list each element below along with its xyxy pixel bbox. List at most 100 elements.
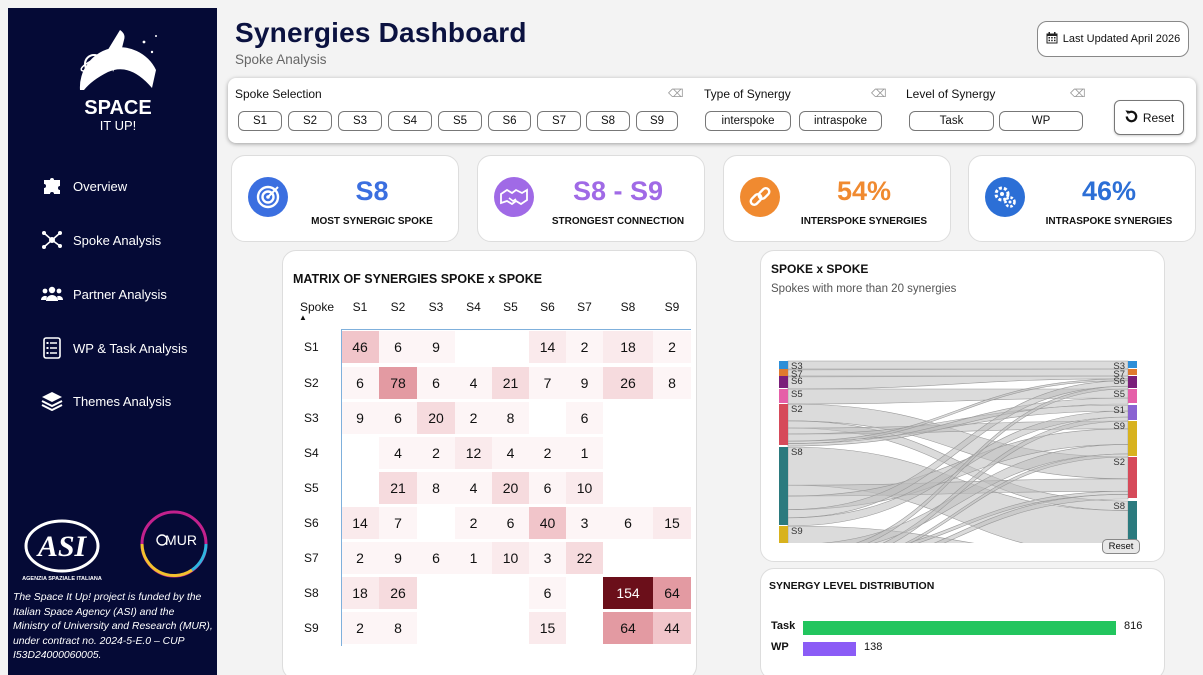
matrix-cell[interactable]: 2 bbox=[455, 402, 492, 434]
matrix-cell[interactable]: 46 bbox=[341, 331, 379, 363]
spoke-button-s5[interactable]: S5 bbox=[438, 111, 482, 131]
matrix-cell[interactable]: 12 bbox=[455, 437, 492, 469]
matrix-cell[interactable]: 2 bbox=[341, 542, 379, 574]
matrix-cell[interactable]: 44 bbox=[653, 612, 691, 644]
matrix-cell[interactable]: 2 bbox=[417, 437, 455, 469]
matrix-cell[interactable]: 20 bbox=[492, 472, 529, 504]
matrix-cell[interactable]: 18 bbox=[341, 577, 379, 609]
matrix-cell[interactable]: 2 bbox=[341, 612, 379, 644]
matrix-cell[interactable]: 6 bbox=[529, 472, 566, 504]
matrix-cell[interactable]: 14 bbox=[529, 331, 566, 363]
sidebar-item-themes-analysis[interactable]: Themes Analysis bbox=[41, 390, 171, 412]
eraser-icon[interactable]: ⌫ bbox=[871, 87, 887, 100]
matrix-cell[interactable]: 20 bbox=[417, 402, 455, 434]
matrix-row-header: S2 bbox=[304, 376, 319, 390]
matrix-cell[interactable]: 64 bbox=[653, 577, 691, 609]
matrix-cell[interactable]: 6 bbox=[492, 507, 529, 539]
matrix-cell[interactable]: 154 bbox=[603, 577, 653, 609]
matrix-cell[interactable]: 9 bbox=[417, 331, 455, 363]
matrix-cell[interactable]: 40 bbox=[529, 507, 566, 539]
matrix-cell[interactable]: 9 bbox=[341, 402, 379, 434]
matrix-cell[interactable]: 7 bbox=[379, 507, 417, 539]
sidebar-item-spoke-analysis[interactable]: Spoke Analysis bbox=[41, 229, 161, 251]
matrix-cell[interactable]: 4 bbox=[492, 437, 529, 469]
type-of-synergy-label: Type of Synergy bbox=[704, 87, 791, 101]
eraser-icon[interactable]: ⌫ bbox=[668, 87, 684, 100]
spoke-button-s4[interactable]: S4 bbox=[388, 111, 432, 131]
matrix-cell[interactable]: 8 bbox=[417, 472, 455, 504]
intraspoke-button[interactable]: intraspoke bbox=[799, 111, 882, 131]
task-button[interactable]: Task bbox=[909, 111, 994, 131]
spoke-button-s6[interactable]: S6 bbox=[488, 111, 531, 131]
sort-ascending-icon: ▲ bbox=[299, 313, 307, 322]
distribution-bar-label: WP bbox=[771, 641, 789, 653]
sankey-diagram[interactable]: S3S7S6S5S2S8S9S1S3S7S6S5S1S9S2S8 bbox=[761, 303, 1166, 543]
eraser-icon[interactable]: ⌫ bbox=[1070, 87, 1086, 100]
sankey-node-label: S6 bbox=[1113, 376, 1125, 387]
sidebar-item-wp-task-analysis[interactable]: WP & Task Analysis bbox=[41, 337, 187, 359]
matrix-cell[interactable]: 26 bbox=[603, 367, 653, 399]
reset-button[interactable]: Reset bbox=[1114, 100, 1184, 135]
matrix-cell[interactable]: 4 bbox=[379, 437, 417, 469]
matrix-cell[interactable]: 21 bbox=[379, 472, 417, 504]
matrix-cell[interactable]: 10 bbox=[492, 542, 529, 574]
matrix-cell[interactable]: 6 bbox=[341, 367, 379, 399]
matrix-cell[interactable]: 4 bbox=[455, 367, 492, 399]
kpi-label: MOST SYNERGIC SPOKE bbox=[311, 216, 433, 227]
matrix-cell[interactable]: 2 bbox=[529, 437, 566, 469]
distribution-bar[interactable] bbox=[803, 642, 856, 656]
matrix-column-header: S1 bbox=[352, 300, 368, 314]
matrix-cell[interactable]: 2 bbox=[653, 331, 691, 363]
distribution-bar-value: 816 bbox=[1124, 620, 1143, 632]
last-updated-button[interactable]: Last Updated April 2026 bbox=[1037, 21, 1189, 57]
interspoke-button[interactable]: interspoke bbox=[705, 111, 791, 131]
matrix-cell[interactable]: 4 bbox=[455, 472, 492, 504]
sankey-reset-button[interactable]: Reset bbox=[1102, 539, 1140, 554]
matrix-cell[interactable]: 6 bbox=[603, 507, 653, 539]
wp-button[interactable]: WP bbox=[999, 111, 1083, 131]
sidebar-item-label: WP & Task Analysis bbox=[73, 340, 188, 356]
matrix-cell[interactable]: 10 bbox=[566, 472, 603, 504]
svg-text:MUR: MUR bbox=[165, 532, 197, 548]
matrix-column-header: S5 bbox=[503, 300, 518, 314]
matrix-cell[interactable]: 6 bbox=[417, 542, 455, 574]
matrix-corner-label[interactable]: Spoke ▲ bbox=[297, 300, 337, 322]
spoke-button-s2[interactable]: S2 bbox=[288, 111, 332, 131]
matrix-cell[interactable]: 2 bbox=[455, 507, 492, 539]
svg-text:SPACE: SPACE bbox=[84, 97, 151, 119]
matrix-cell[interactable]: 8 bbox=[653, 367, 691, 399]
spoke-button-s8[interactable]: S8 bbox=[586, 111, 630, 131]
matrix-cell[interactable]: 1 bbox=[566, 437, 603, 469]
matrix-cell[interactable]: 64 bbox=[603, 612, 653, 644]
matrix-cell[interactable]: 9 bbox=[566, 367, 603, 399]
matrix-cell[interactable]: 22 bbox=[566, 542, 603, 574]
spoke-button-s9[interactable]: S9 bbox=[636, 111, 678, 131]
matrix-cell[interactable]: 1 bbox=[455, 542, 492, 574]
matrix-cell[interactable]: 26 bbox=[379, 577, 417, 609]
matrix-cell[interactable]: 3 bbox=[566, 507, 603, 539]
matrix-cell[interactable]: 6 bbox=[417, 367, 455, 399]
matrix-cell[interactable]: 6 bbox=[379, 402, 417, 434]
matrix-cell[interactable]: 6 bbox=[566, 402, 603, 434]
matrix-cell[interactable]: 8 bbox=[379, 612, 417, 644]
matrix-cell[interactable]: 78 bbox=[379, 367, 417, 399]
sidebar-item-overview[interactable]: Overview bbox=[41, 175, 127, 197]
matrix-cell[interactable]: 21 bbox=[492, 367, 529, 399]
matrix-cell[interactable]: 6 bbox=[529, 577, 566, 609]
matrix-cell[interactable]: 15 bbox=[529, 612, 566, 644]
distribution-bar[interactable] bbox=[803, 621, 1116, 635]
spoke-button-s3[interactable]: S3 bbox=[338, 111, 382, 131]
matrix-column-header: S9 bbox=[664, 300, 680, 314]
matrix-cell[interactable]: 7 bbox=[529, 367, 566, 399]
matrix-cell[interactable]: 2 bbox=[566, 331, 603, 363]
spoke-button-s1[interactable]: S1 bbox=[238, 111, 282, 131]
matrix-cell[interactable]: 18 bbox=[603, 331, 653, 363]
matrix-cell[interactable]: 14 bbox=[341, 507, 379, 539]
sidebar-item-partner-analysis[interactable]: Partner Analysis bbox=[41, 283, 167, 305]
matrix-cell[interactable]: 9 bbox=[379, 542, 417, 574]
matrix-cell[interactable]: 15 bbox=[653, 507, 691, 539]
matrix-cell[interactable]: 6 bbox=[379, 331, 417, 363]
matrix-cell[interactable]: 3 bbox=[529, 542, 566, 574]
matrix-cell[interactable]: 8 bbox=[492, 402, 529, 434]
spoke-button-s7[interactable]: S7 bbox=[537, 111, 581, 131]
